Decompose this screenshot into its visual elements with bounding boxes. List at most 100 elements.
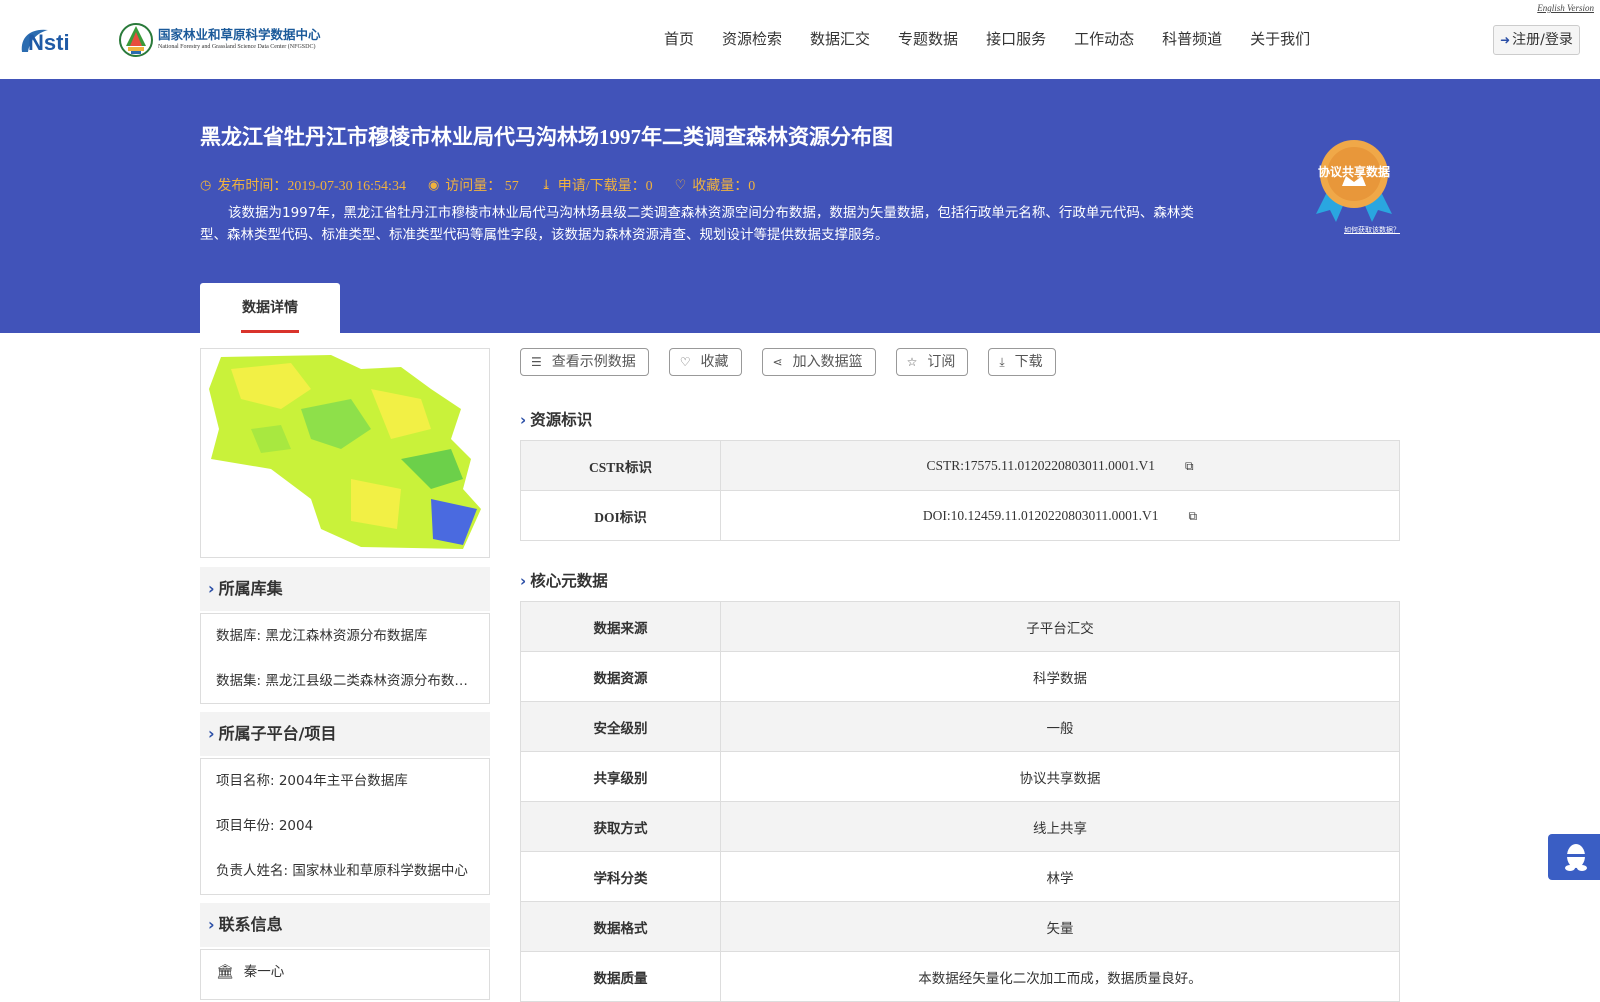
subscribe-button[interactable]: ☆ 订阅: [895, 348, 969, 376]
table-row: 数据来源 子平台汇交: [520, 601, 1400, 652]
dataset-thumbnail[interactable]: [200, 348, 490, 558]
publish-time: 发布时间：2019-07-30 16:54:34: [217, 179, 406, 194]
copy-icon[interactable]: ⧉: [1185, 459, 1194, 474]
table-row: 学科分类 林学: [520, 851, 1400, 902]
library-section-header: › 所属库集: [200, 567, 490, 611]
sign-in-icon: ➜: [1500, 33, 1511, 47]
qq-chat-button[interactable]: [1548, 834, 1600, 880]
heart-icon: ♡: [679, 355, 691, 369]
nfgsdc-logo[interactable]: 国家林业和草原科学数据中心 National Forestry and Gras…: [118, 20, 338, 60]
meta-key: 数据质量: [520, 951, 721, 1002]
chevron-right-icon: ›: [520, 572, 527, 590]
badge-text: 协议共享数据: [1318, 164, 1390, 179]
table-row: DOI标识 DOI:10.12459.11.0120220803011.0001…: [520, 490, 1400, 541]
download-button[interactable]: ⤓ 下载: [988, 348, 1056, 376]
meta-key: 共享级别: [520, 751, 721, 802]
library-database-link[interactable]: 数据库: 黑龙江森林资源分布数据库: [201, 614, 489, 659]
nav-item-about[interactable]: 关于我们: [1236, 28, 1324, 50]
project-section-title: 所属子平台/项目: [218, 724, 337, 743]
table-row: 共享级别 协议共享数据: [520, 751, 1400, 802]
meta-value: 科学数据: [720, 651, 1400, 702]
add-to-basket-button[interactable]: ⋖ 加入数据篮: [761, 348, 876, 376]
core-meta-heading: › 核心元数据: [520, 569, 608, 591]
copy-icon[interactable]: ⧉: [1189, 509, 1198, 524]
heart-icon: ♡: [674, 177, 687, 192]
meta-key: 安全级别: [520, 701, 721, 752]
star-icon: ☆: [906, 355, 918, 369]
chevron-right-icon: ›: [208, 724, 215, 743]
meta-value: 子平台汇交: [720, 601, 1400, 652]
nav-item-submit[interactable]: 数据汇交: [796, 28, 884, 50]
table-row: 数据资源 科学数据: [520, 651, 1400, 702]
contact-section-header: › 联系信息: [200, 903, 490, 947]
favorite-count: 收藏量：0: [692, 179, 756, 194]
clock-icon: ◷: [200, 177, 212, 192]
core-meta-title: 核心元数据: [530, 572, 608, 590]
view-sample-button[interactable]: ☰ 查看示例数据: [520, 348, 649, 376]
shared-data-badge: 协议共享数据: [1316, 140, 1392, 222]
download-label: 下载: [1014, 354, 1043, 370]
nfgsdc-emblem-icon: [119, 23, 153, 57]
project-name: 项目名称: 2004年主平台数据库: [216, 773, 408, 789]
qq-penguin-icon: [1565, 844, 1587, 871]
nav-item-topics[interactable]: 专题数据: [884, 28, 972, 50]
library-section-title: 所属库集: [218, 579, 283, 598]
nsti-logo[interactable]: Nsti: [18, 22, 98, 56]
meta-key: 学科分类: [520, 851, 721, 902]
contact-name: 秦一心: [243, 964, 285, 980]
table-row: 数据格式 矢量: [520, 901, 1400, 952]
svg-text:Nsti: Nsti: [28, 30, 70, 55]
tab-label: 数据详情: [242, 300, 298, 316]
forest-map-preview: [209, 355, 481, 549]
nav-item-science[interactable]: 科普频道: [1148, 28, 1236, 50]
library-section-box: 数据库: 黑龙江森林资源分布数据库 数据集: 黑龙江县级二类森林资源分布数据集: [200, 613, 490, 704]
share-icon: ⋖: [772, 355, 783, 369]
project-section-header: › 所属子平台/项目: [200, 712, 490, 756]
contact-section-box: 🏛 秦一心: [200, 949, 490, 1000]
resource-id-title: 资源标识: [530, 411, 593, 429]
download-count: 申请/下载量：0: [557, 179, 653, 194]
meta-key: 数据来源: [520, 601, 721, 652]
meta-value: 线上共享: [720, 801, 1400, 852]
meta-key: 数据资源: [520, 651, 721, 702]
nav-item-home[interactable]: 首页: [650, 28, 708, 50]
english-version-link[interactable]: English Version: [1537, 3, 1594, 13]
favorite-button[interactable]: ♡ 收藏: [668, 348, 742, 376]
library-dataset-link[interactable]: 数据集: 黑龙江县级二类森林资源分布数据集: [201, 659, 489, 704]
chevron-right-icon: ›: [208, 915, 215, 934]
add-to-basket-label: 加入数据篮: [792, 354, 863, 370]
meta-value: 矢量: [720, 901, 1400, 952]
resource-id-table: CSTR标识 CSTR:17575.11.0120220803011.0001.…: [520, 440, 1400, 541]
nav-item-search[interactable]: 资源检索: [708, 28, 796, 50]
cstr-value: CSTR:17575.11.0120220803011.0001.V1: [926, 457, 1155, 473]
action-toolbar: ☰ 查看示例数据 ♡ 收藏 ⋖ 加入数据篮 ☆ 订阅 ⤓ 下载: [520, 348, 1076, 376]
center-name-en: National Forestry and Grassland Science …: [158, 44, 316, 50]
download-icon: ⤓: [540, 177, 552, 192]
eye-icon: ◉: [427, 177, 440, 192]
institution-icon: 🏛: [216, 964, 234, 980]
meta-value: 林学: [720, 851, 1400, 902]
table-row: 安全级别 一般: [520, 701, 1400, 752]
how-to-get-link[interactable]: 如何获取该数据？: [1344, 225, 1400, 235]
tab-active-indicator: [241, 330, 299, 333]
project-owner: 负责人姓名: 国家林业和草原科学数据中心: [216, 863, 468, 879]
dataset-meta: ◷ 发布时间：2019-07-30 16:54:34 ◉ 访问量： 57 ⤓ 申请/下…: [200, 175, 777, 195]
table-row: 数据质量 本数据经矢量化二次加工而成，数据质量良好。: [520, 951, 1400, 1002]
visit-count: 访问量： 57: [445, 179, 519, 194]
doi-key: DOI标识: [520, 490, 721, 541]
table-row: CSTR标识 CSTR:17575.11.0120220803011.0001.…: [520, 440, 1400, 491]
login-button[interactable]: ➜ 注册/登录: [1493, 25, 1580, 55]
meta-value: 一般: [720, 701, 1400, 752]
meta-value: 协议共享数据: [720, 751, 1400, 802]
tab-data-details[interactable]: 数据详情: [200, 283, 340, 333]
center-name-cn: 国家林业和草原科学数据中心: [158, 27, 321, 42]
download-icon: ⤓: [999, 355, 1005, 369]
login-label: 注册/登录: [1512, 32, 1573, 48]
chevron-right-icon: ›: [208, 579, 215, 598]
nav-item-api[interactable]: 接口服务: [972, 28, 1060, 50]
doi-value: DOI:10.12459.11.0120220803011.0001.V1: [922, 507, 1159, 523]
top-header: English Version Nsti 国家林业和草原科学数据中心 Natio…: [0, 0, 1600, 79]
dataset-title: 黑龙江省牡丹江市穆棱市林业局代马沟林场1997年二类调查森林资源分布图: [200, 125, 893, 149]
nav-item-news[interactable]: 工作动态: [1060, 28, 1148, 50]
dataset-description: 该数据为1997年，黑龙江省牡丹江市穆棱市林业局代马沟林场县级二类调查森林资源空…: [200, 205, 1194, 243]
